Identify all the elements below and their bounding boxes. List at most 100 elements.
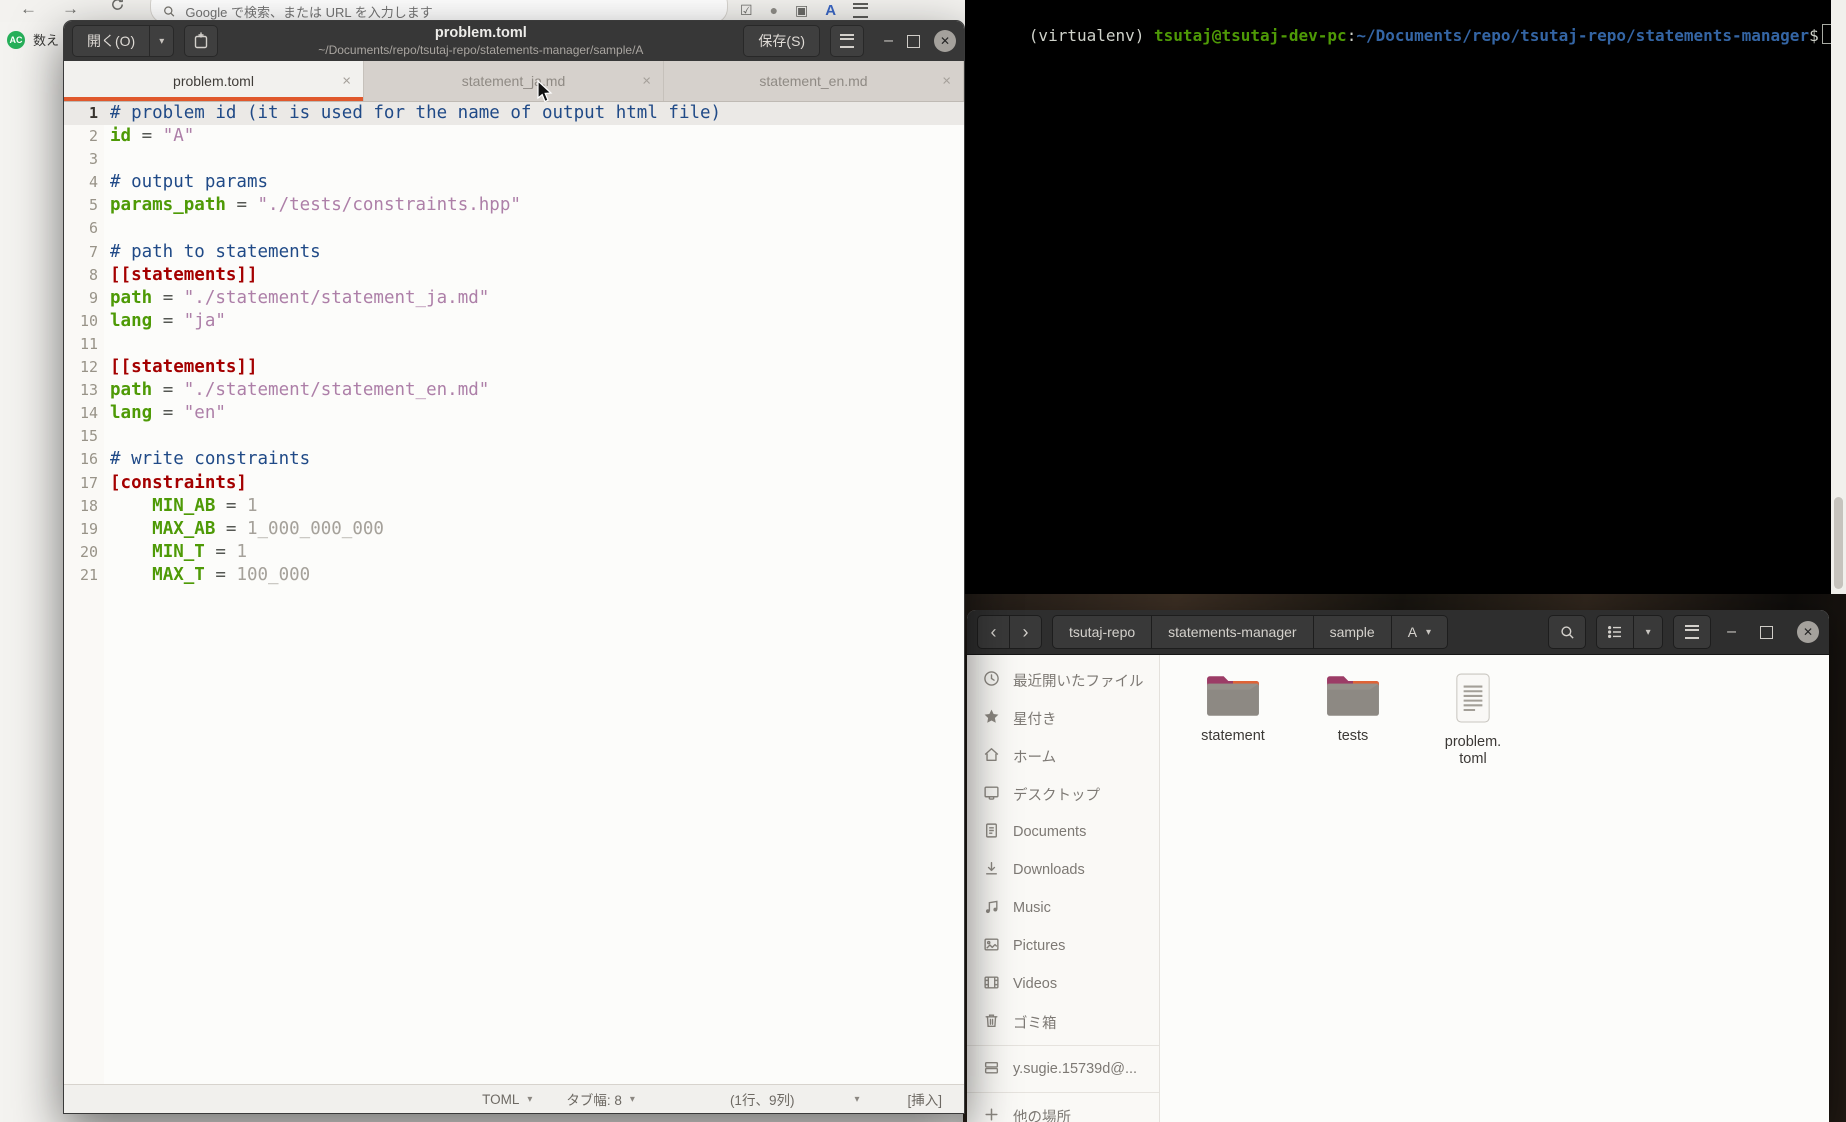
cursor-position[interactable]: (1行、9列) xyxy=(730,1089,795,1109)
breadcrumb-tsutaj-repo[interactable]: tsutaj-repo xyxy=(1052,615,1152,649)
network-icon xyxy=(983,1059,1000,1080)
line-number: 2 xyxy=(64,125,106,148)
browser-reload-icon[interactable] xyxy=(110,0,125,17)
sidebar-item-star[interactable]: 星付き xyxy=(967,699,1159,737)
line-number: 7 xyxy=(64,241,106,264)
tab-bar: problem.toml×statement_ja.md×statement_e… xyxy=(64,61,964,102)
view-options-button[interactable]: ▾ xyxy=(1634,615,1663,649)
code-line: 13path = "./statement/statement_en.md" xyxy=(64,379,964,402)
code-line: 4# output params xyxy=(64,171,964,194)
line-text: MAX_T = 100_000 xyxy=(106,564,310,587)
tab-close-icon[interactable]: × xyxy=(642,73,651,90)
file-manager-content[interactable]: statement tests problem.toml xyxy=(1160,655,1829,1122)
sidebar-item-document[interactable]: Documents xyxy=(967,813,1159,851)
code-line: 20 MIN_T = 1 xyxy=(64,541,964,564)
forward-button[interactable]: › xyxy=(1010,615,1042,649)
browser-forward-icon[interactable]: → xyxy=(62,0,79,19)
sidebar-item-network[interactable]: y.sugie.15739d@... xyxy=(967,1050,1159,1088)
file-item-tests[interactable]: tests xyxy=(1308,673,1398,745)
sidebar-item-picture[interactable]: Pictures xyxy=(967,927,1159,965)
gedit-headerbar: 開く(O) ▾ problem.toml ~/Documents/repo/ts… xyxy=(64,21,964,61)
frame-icon[interactable]: ▣ xyxy=(795,2,808,19)
line-text: MIN_AB = 1 xyxy=(106,495,258,518)
browser-menu-icon[interactable] xyxy=(853,3,868,18)
sidebar-item-trash[interactable]: ゴミ箱 xyxy=(967,1003,1159,1041)
terminal-prompt: (virtualenv) tsutaj@tsutaj-dev-pc:~/Docu… xyxy=(965,0,1846,70)
user-host: tsutaj@tsutaj-dev-pc xyxy=(1154,26,1347,45)
file-name: problem.toml xyxy=(1445,734,1501,768)
gedit-menu-button[interactable] xyxy=(830,25,864,57)
close-button[interactable]: ✕ xyxy=(1797,621,1819,643)
list-view-button[interactable] xyxy=(1596,615,1634,649)
file-name: statement xyxy=(1201,728,1265,745)
goto-line-chevron-icon[interactable]: ▾ xyxy=(854,1094,859,1105)
save-button[interactable]: 保存(S) xyxy=(743,25,820,57)
line-number: 21 xyxy=(64,564,106,587)
close-button[interactable]: ✕ xyxy=(934,30,956,52)
breadcrumb-statements-manager[interactable]: statements-manager xyxy=(1152,615,1313,649)
breadcrumb-label: statements-manager xyxy=(1168,624,1296,640)
sidebar-item-download[interactable]: Downloads xyxy=(967,851,1159,889)
tab-problem.toml[interactable]: problem.toml× xyxy=(64,61,364,101)
gedit-window: 開く(O) ▾ problem.toml ~/Documents/repo/ts… xyxy=(63,20,965,1114)
browser-back-icon[interactable]: ← xyxy=(20,0,37,19)
maximize-button[interactable] xyxy=(1760,626,1773,639)
text-editor-area[interactable]: 1# problem id (it is used for the name o… xyxy=(64,102,964,1084)
language-selector[interactable]: TOML▾ xyxy=(482,1092,532,1107)
sidebar-separator xyxy=(967,1092,1159,1093)
open-split-button: 開く(O) ▾ xyxy=(72,25,174,57)
translate-a-icon[interactable]: A xyxy=(825,2,836,19)
back-button[interactable]: ‹ xyxy=(977,615,1010,649)
tab-close-icon[interactable]: × xyxy=(942,73,951,90)
breadcrumb-A[interactable]: A▾ xyxy=(1392,615,1448,649)
file-item-statement[interactable]: statement xyxy=(1188,673,1278,745)
line-text xyxy=(106,425,110,448)
code-line: 2id = "A" xyxy=(64,125,964,148)
breadcrumb-sample[interactable]: sample xyxy=(1314,615,1392,649)
minimize-button[interactable]: – xyxy=(1727,623,1736,641)
sidebar-item-music[interactable]: Music xyxy=(967,889,1159,927)
line-number: 19 xyxy=(64,518,106,541)
open-button[interactable]: 開く(O) xyxy=(72,25,150,57)
sidebar-item-home[interactable]: ホーム xyxy=(967,737,1159,775)
line-number: 17 xyxy=(64,472,106,495)
search-button[interactable] xyxy=(1548,615,1586,649)
chevron-down-icon: ▾ xyxy=(630,1094,635,1105)
line-text xyxy=(106,217,110,240)
line-text xyxy=(106,333,110,356)
terminal-window[interactable]: (virtualenv) tsutaj@tsutaj-dev-pc:~/Docu… xyxy=(965,0,1846,594)
new-document-button[interactable] xyxy=(184,25,218,57)
checkbox-icon[interactable]: ☑ xyxy=(740,2,753,19)
breadcrumb-label: sample xyxy=(1330,624,1375,640)
maximize-button[interactable] xyxy=(907,35,920,48)
line-text: [constraints] xyxy=(106,472,247,495)
sidebar-item-label: Downloads xyxy=(1013,862,1085,878)
terminal-scrollbar-thumb[interactable] xyxy=(1834,497,1843,589)
line-number: 15 xyxy=(64,425,106,448)
code-line: 1# problem id (it is used for the name o… xyxy=(64,102,964,125)
open-options-button[interactable]: ▾ xyxy=(150,25,174,57)
sidebar-item-clock[interactable]: 最近開いたファイル xyxy=(967,661,1159,699)
account-circle-icon[interactable]: ● xyxy=(770,2,778,18)
tab-statement_ja.md[interactable]: statement_ja.md× xyxy=(364,61,664,101)
sidebar-item-video[interactable]: Videos xyxy=(967,965,1159,1003)
line-number: 3 xyxy=(64,148,106,171)
tab-statement_en.md[interactable]: statement_en.md× xyxy=(664,61,964,101)
line-text: id = "A" xyxy=(106,125,194,148)
terminal-scrollbar[interactable] xyxy=(1831,0,1846,594)
file-item-problem.[interactable]: problem.toml xyxy=(1428,673,1518,768)
insert-mode-indicator: [挿入] xyxy=(907,1089,942,1109)
tab-width-selector[interactable]: タブ幅: 8▾ xyxy=(566,1089,635,1109)
venv-prefix: (virtualenv) xyxy=(1029,26,1154,45)
music-icon xyxy=(983,898,1000,919)
browser-bookmark[interactable]: AC 数え xyxy=(7,30,59,49)
sidebar-item-plus[interactable]: 他の場所 xyxy=(967,1097,1159,1122)
fm-menu-button[interactable] xyxy=(1673,615,1711,649)
search-icon xyxy=(1560,625,1575,640)
tab-close-icon[interactable]: × xyxy=(342,73,351,90)
clock-icon xyxy=(983,670,1000,691)
sidebar-item-desktop[interactable]: デスクトップ xyxy=(967,775,1159,813)
search-input[interactable] xyxy=(183,4,715,21)
download-icon xyxy=(983,860,1000,881)
minimize-button[interactable]: – xyxy=(884,32,893,50)
